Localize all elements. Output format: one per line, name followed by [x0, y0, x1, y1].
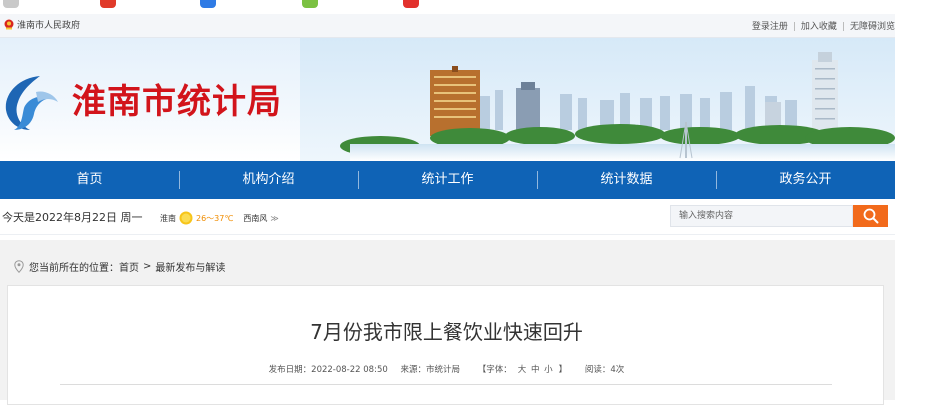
article-card: 7月份我市限上餐饮业快速回升 发布日期：2022-08-22 08:50 来源：… — [7, 285, 884, 405]
article-title: 7月份我市限上餐饮业快速回升 — [310, 320, 583, 344]
search-button[interactable] — [853, 205, 888, 227]
website: 淮南市人民政府 登录注册 | 加入收藏 | 无障碍浏览 淮南市统计局 首页 机构… — [0, 0, 895, 405]
nav-item-home[interactable]: 首页 — [0, 161, 179, 199]
page-margin — [895, 0, 950, 400]
search-input[interactable] — [670, 205, 853, 227]
login-register-link[interactable]: 登录注册 — [752, 22, 788, 32]
bureau-logo-icon — [5, 76, 58, 130]
nav-item-statistics-data[interactable]: 统计数据 — [537, 161, 716, 199]
breadcrumb-section-link[interactable]: 最新发布与解读 — [155, 259, 225, 274]
header-banner: 淮南市统计局 — [0, 38, 895, 161]
current-date: 今天是2022年8月22日 周一 — [2, 211, 143, 224]
site-search — [670, 205, 888, 227]
link-separator: | — [792, 22, 796, 32]
nav-item-government-affairs[interactable]: 政务公开 — [716, 161, 895, 199]
font-size-close: 】 — [558, 365, 568, 375]
article-source: 来源：市统计局 — [400, 365, 460, 375]
font-size-large[interactable]: 大 — [518, 365, 527, 375]
national-emblem-icon — [4, 19, 14, 30]
weather-more-icon: ≫ — [270, 213, 279, 223]
top-links: 登录注册 | 加入收藏 | 无障碍浏览 — [752, 19, 895, 32]
nav-item-statistics-work[interactable]: 统计工作 — [358, 161, 537, 199]
gov-site-link[interactable]: 淮南市人民政府 — [4, 18, 80, 31]
font-size-small[interactable]: 小 — [544, 365, 553, 375]
nav-item-about[interactable]: 机构介绍 — [179, 161, 358, 199]
main-nav: 首页 机构介绍 统计工作 统计数据 政务公开 — [0, 161, 895, 199]
location-pin-icon — [14, 260, 24, 273]
add-favorite-link[interactable]: 加入收藏 — [801, 22, 837, 32]
breadcrumb: 您当前所在的位置： 首页 > 最新发布与解读 — [14, 259, 225, 274]
weather-temperature: 26～37℃ — [196, 213, 234, 223]
search-icon — [863, 208, 878, 224]
font-size-control: 【字体： 大 中 小】 — [473, 365, 572, 375]
sunny-icon — [179, 211, 193, 225]
gov-name-text: 淮南市人民政府 — [17, 21, 81, 31]
weather-city: 淮南 — [160, 213, 176, 223]
top-link-bar: 淮南市人民政府 登录注册 | 加入收藏 | 无障碍浏览 — [0, 14, 895, 38]
breadcrumb-prefix: 您当前所在的位置： — [29, 263, 119, 274]
site-title: 淮南市统计局 — [72, 82, 282, 122]
info-bar: 今天是2022年8月22日 周一 淮南 26～37℃ 西南风 ≫ — [0, 199, 895, 235]
weather-wind: 西南风 — [243, 213, 268, 223]
breadcrumb-separator: > — [143, 261, 152, 272]
accessibility-link[interactable]: 无障碍浏览 — [850, 22, 895, 32]
font-size-label: 【字体： — [477, 365, 512, 375]
content-area: 您当前所在的位置： 首页 > 最新发布与解读 7月份我市限上餐饮业快速回升 发布… — [0, 240, 895, 405]
article-meta: 发布日期：2022-08-22 08:50 来源：市统计局 【字体： 大 中 小】… — [8, 363, 885, 375]
link-separator: | — [841, 22, 845, 32]
weather-widget[interactable]: 淮南 26～37℃ 西南风 ≫ — [160, 211, 279, 225]
breadcrumb-home-link[interactable]: 首页 — [119, 259, 139, 274]
font-size-medium[interactable]: 中 — [531, 365, 540, 375]
publish-date: 发布日期：2022-08-22 08:50 — [268, 365, 388, 375]
view-count: 阅读：4次 — [584, 365, 625, 375]
title-divider — [60, 384, 832, 385]
